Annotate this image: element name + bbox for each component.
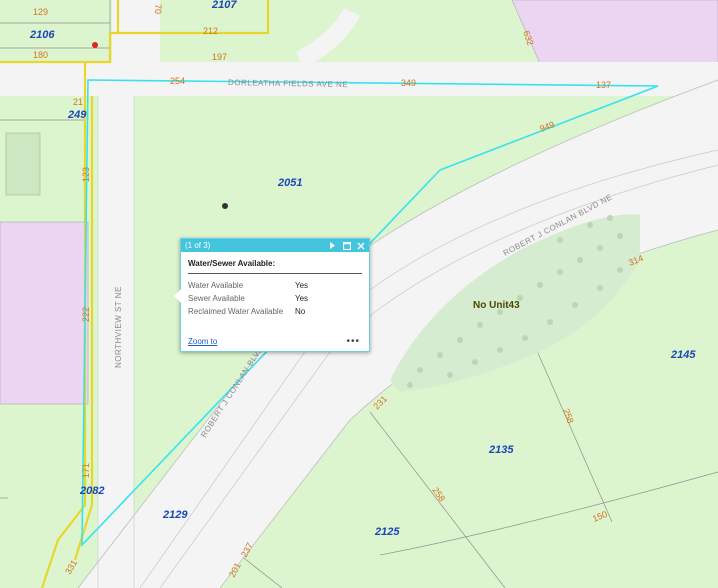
close-icon[interactable] [356,241,365,250]
dimension-label: 123 [81,167,91,182]
attribute-label: Reclaimed Water Available [188,307,284,316]
building-footprint [5,132,41,196]
attribute-value: Yes [295,281,309,290]
parcel-label-2125: 2125 [374,526,400,538]
maximize-icon[interactable] [342,241,351,250]
popup-body: Water/Sewer Available: Water Available Y… [181,252,369,318]
table-row: Reclaimed Water Available No [188,305,308,318]
popup-pointer [174,289,181,303]
parcel-label-2145: 2145 [670,349,696,361]
dimension-label: 70 [153,4,163,14]
dimension-label: 21 [73,97,83,107]
dimension-label: 349 [401,78,416,88]
dimension-label: 171 [81,463,91,478]
attribute-table: Water Available Yes Sewer Available Yes … [188,279,308,318]
parcel-label-2135: 2135 [488,444,514,456]
zoom-to-link[interactable]: Zoom to [188,337,217,346]
parcel-label-249: 249 [67,109,87,121]
popup-header: (1 of 3) [181,239,369,252]
attribute-label: Water Available [188,281,244,290]
parcel-label-2129: 2129 [162,509,188,521]
parcel-label-2107: 2107 [211,0,237,11]
hydrant-marker [92,42,98,48]
street-label-northview: NORTHVIEW ST NE [114,286,123,368]
popup-footer: Zoom to ••• [188,336,360,347]
dimension-label: 180 [33,50,48,60]
dimension-label: 212 [203,26,218,36]
popup-feature-count: (1 of 3) [185,241,211,250]
unit-label: No Unit43 [473,300,520,311]
info-popup: (1 of 3) Water/Sewer Available: Water Av… [174,238,370,352]
parcel-label-2082: 2082 [79,485,104,497]
dimension-label: 222 [81,307,91,322]
attribute-value: No [295,307,306,316]
parcel-point-marker [222,203,228,209]
parcel-label-2051: 2051 [277,177,302,189]
table-row: Water Available Yes [188,279,308,292]
attribute-label: Sewer Available [188,294,245,303]
dimension-label: 129 [33,7,48,17]
dimension-label: 254 [170,76,185,86]
dimension-label: 137 [596,80,611,90]
more-options-icon[interactable]: ••• [346,336,360,347]
parcel-label-2106: 2106 [29,29,55,41]
zone-purple-left [0,221,89,405]
attribute-value: Yes [295,294,309,303]
next-feature-icon[interactable] [328,241,337,250]
dimension-label: 197 [212,52,227,62]
popup-title: Water/Sewer Available: [188,259,362,274]
table-row: Sewer Available Yes [188,292,308,305]
